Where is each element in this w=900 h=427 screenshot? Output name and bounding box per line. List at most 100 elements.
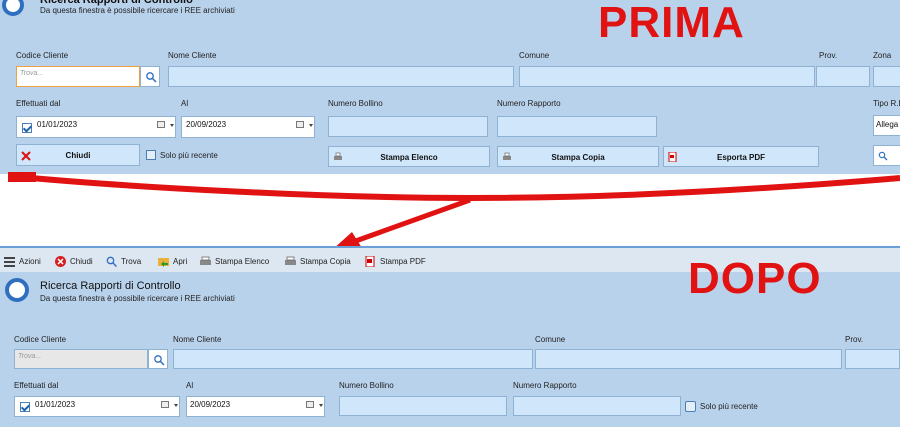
window-subtitle: Da questa finestra è possibile ricercare… bbox=[40, 6, 235, 15]
al-value: 20/09/2023 bbox=[190, 400, 231, 409]
prov-input[interactable] bbox=[816, 66, 870, 87]
numero-rapporto-label: Numero Rapporto bbox=[497, 99, 561, 108]
search-icon bbox=[106, 256, 118, 267]
tipo-select[interactable]: Allega bbox=[873, 115, 900, 136]
numero-bollino-input[interactable] bbox=[339, 396, 507, 416]
app-logo-icon bbox=[2, 0, 24, 16]
annotation-prima: PRIMA bbox=[598, 0, 745, 47]
al-label: Al bbox=[186, 381, 194, 390]
numero-rapporto-label: Numero Rapporto bbox=[513, 381, 577, 390]
chevron-down-icon bbox=[174, 404, 178, 407]
tipo-search-button[interactable] bbox=[873, 145, 900, 166]
window-subtitle: Da questa finestra è possibile ricercare… bbox=[40, 294, 235, 303]
codice-cliente-label: Codice Cliente bbox=[14, 335, 67, 344]
pdf-icon bbox=[365, 255, 376, 267]
prov-label: Prov. bbox=[845, 335, 864, 344]
toolbar-trova-button[interactable]: Trova bbox=[106, 254, 141, 268]
solo-piu-recente-checkbox[interactable] bbox=[685, 401, 696, 412]
toolbar-azioni-label: Azioni bbox=[19, 256, 41, 266]
effettuati-dal-label: Effettuati dal bbox=[14, 381, 59, 390]
toolbar-apri-label: Apri bbox=[173, 256, 188, 266]
numero-bollino-label: Numero Bollino bbox=[328, 99, 383, 108]
esporta-pdf-label: Esporta PDF bbox=[716, 153, 765, 162]
chiudi-button-label: Chiudi bbox=[65, 151, 91, 160]
comune-input[interactable] bbox=[519, 66, 815, 87]
new-window-panel: Ricerca Rapporti di Controllo Da questa … bbox=[0, 254, 900, 427]
effettuati-dal-checkbox[interactable] bbox=[20, 402, 30, 412]
chevron-down-icon bbox=[170, 124, 174, 127]
effettuati-dal-value: 01/01/2023 bbox=[35, 400, 76, 409]
search-icon bbox=[154, 355, 165, 366]
codice-cliente-label: Codice Cliente bbox=[16, 51, 69, 60]
zona-input[interactable] bbox=[873, 66, 900, 87]
printer-icon bbox=[200, 256, 211, 267]
printer-copy-icon bbox=[285, 256, 296, 267]
calendar-icon[interactable] bbox=[157, 121, 165, 128]
calendar-icon[interactable] bbox=[306, 401, 314, 408]
folder-open-icon bbox=[158, 256, 169, 267]
effettuati-dal-datepicker[interactable]: 01/01/2023 bbox=[16, 116, 176, 138]
nome-cliente-label: Nome Cliente bbox=[173, 335, 222, 344]
nome-cliente-input[interactable] bbox=[168, 66, 514, 87]
toolbar-stampa-pdf-button[interactable]: Stampa PDF bbox=[365, 254, 426, 268]
annotation-arrow bbox=[8, 172, 900, 250]
al-label: Al bbox=[181, 99, 189, 108]
toolbar-apri-button[interactable]: Apri bbox=[158, 254, 187, 268]
numero-rapporto-input[interactable] bbox=[497, 116, 657, 137]
tipo-value: Allega bbox=[876, 120, 899, 129]
hamburger-icon bbox=[4, 256, 15, 267]
effettuati-dal-value: 01/01/2023 bbox=[37, 120, 78, 129]
zona-label: Zona bbox=[873, 51, 892, 60]
codice-cliente-search-button[interactable] bbox=[140, 66, 160, 87]
app-logo-icon bbox=[5, 278, 29, 302]
comune-label: Comune bbox=[535, 335, 566, 344]
toolbar-chiudi-label: Chiudi bbox=[70, 256, 93, 266]
nome-cliente-label: Nome Cliente bbox=[168, 51, 217, 60]
codice-cliente-placeholder: Trova... bbox=[20, 70, 44, 77]
annotation-dopo: DOPO bbox=[688, 254, 822, 303]
comune-input[interactable] bbox=[535, 349, 842, 369]
numero-rapporto-input[interactable] bbox=[513, 396, 681, 416]
toolbar-azioni-menu[interactable]: Azioni bbox=[4, 254, 41, 268]
numero-bollino-label: Numero Bollino bbox=[339, 381, 394, 390]
al-datepicker[interactable]: 20/09/2023 bbox=[181, 116, 315, 138]
effettuati-dal-label: Effettuati dal bbox=[16, 99, 61, 108]
toolbar-stampa-pdf-label: Stampa PDF bbox=[380, 256, 426, 266]
solo-piu-recente-checkbox[interactable] bbox=[146, 150, 156, 160]
prov-label: Prov. bbox=[819, 51, 838, 60]
stampa-elenco-button[interactable]: Stampa Elenco bbox=[328, 146, 490, 167]
al-datepicker[interactable]: 20/09/2023 bbox=[186, 396, 325, 417]
codice-cliente-input[interactable]: Trova... bbox=[16, 66, 140, 87]
search-icon bbox=[878, 151, 888, 161]
tipo-label: Tipo R.E bbox=[873, 99, 900, 108]
calendar-icon[interactable] bbox=[161, 401, 169, 408]
esporta-pdf-button[interactable]: Esporta PDF bbox=[663, 146, 819, 167]
stampa-copia-button[interactable]: Stampa Copia bbox=[497, 146, 659, 167]
comune-label: Comune bbox=[519, 51, 550, 60]
codice-cliente-placeholder: Trova... bbox=[18, 353, 42, 360]
stampa-copia-label: Stampa Copia bbox=[551, 153, 605, 162]
numero-bollino-input[interactable] bbox=[328, 116, 488, 137]
toolbar-trova-label: Trova bbox=[121, 256, 142, 266]
codice-cliente-search-button[interactable] bbox=[148, 349, 168, 369]
al-value: 20/09/2023 bbox=[186, 120, 227, 129]
nome-cliente-input[interactable] bbox=[173, 349, 533, 369]
calendar-icon[interactable] bbox=[296, 121, 304, 128]
toolbar-chiudi-button[interactable]: Chiudi bbox=[55, 254, 93, 268]
old-window-panel: Ricerca Rapporti di Controllo Da questa … bbox=[0, 0, 900, 174]
codice-cliente-input[interactable]: Trova... bbox=[14, 349, 148, 369]
window-title: Ricerca Rapporti di Controllo bbox=[40, 280, 181, 292]
solo-piu-recente-label: Solo più recente bbox=[160, 151, 218, 160]
chiudi-button[interactable]: Chiudi bbox=[16, 144, 140, 166]
effettuati-dal-checkbox[interactable] bbox=[22, 123, 32, 133]
effettuati-dal-datepicker[interactable]: 01/01/2023 bbox=[14, 396, 180, 417]
chevron-down-icon bbox=[319, 404, 323, 407]
prov-input[interactable] bbox=[845, 349, 900, 369]
toolbar-stampa-elenco-label: Stampa Elenco bbox=[215, 256, 270, 266]
toolbar-stampa-elenco-button[interactable]: Stampa Elenco bbox=[200, 254, 269, 268]
toolbar-stampa-copia-button[interactable]: Stampa Copia bbox=[285, 254, 351, 268]
close-circle-icon bbox=[55, 255, 66, 267]
toolbar-stampa-copia-label: Stampa Copia bbox=[300, 256, 351, 266]
search-icon bbox=[146, 72, 157, 83]
solo-piu-recente-label: Solo più recente bbox=[700, 402, 758, 411]
